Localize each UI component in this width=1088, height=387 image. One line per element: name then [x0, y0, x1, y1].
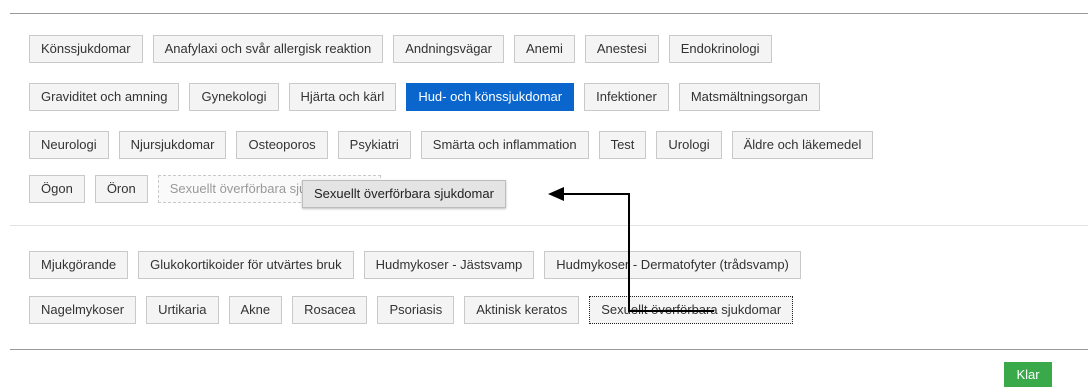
subcategory-urtikaria[interactable]: Urtikaria — [146, 296, 219, 324]
category-infektioner[interactable]: Infektioner — [584, 83, 669, 111]
category-andningsvagar[interactable]: Andningsvägar — [393, 35, 504, 63]
subcategory-rosacea[interactable]: Rosacea — [292, 296, 368, 324]
category-oron[interactable]: Öron — [94, 175, 148, 203]
subcategory-row-1: Mjukgörande Glukokortikoider för utvärte… — [29, 251, 801, 279]
top-divider — [10, 13, 1088, 14]
category-aldre[interactable]: Äldre och läkemedel — [731, 131, 874, 159]
section-divider — [10, 225, 1088, 226]
category-anestesi[interactable]: Anestesi — [584, 35, 659, 63]
subcategory-dermatofyter[interactable]: Hudmykoser - Dermatofyter (trådsvamp) — [544, 251, 801, 279]
subcategory-psoriasis[interactable]: Psoriasis — [377, 296, 455, 324]
category-row-1: Könssjukdomar Anafylaxi och svår allergi… — [29, 35, 772, 63]
category-gynekologi[interactable]: Gynekologi — [189, 83, 279, 111]
bottom-divider — [10, 349, 1088, 350]
subcategory-nagelmykoser[interactable]: Nagelmykoser — [29, 296, 137, 324]
category-row-2: Graviditet och amning Gynekologi Hjärta … — [29, 83, 820, 111]
category-hjarta[interactable]: Hjärta och kärl — [288, 83, 397, 111]
done-button[interactable]: Klar — [1004, 362, 1052, 387]
subcategory-jastsvamp[interactable]: Hudmykoser - Jästsvamp — [363, 251, 535, 279]
category-urologi[interactable]: Urologi — [656, 131, 722, 159]
category-matsmaltning[interactable]: Matsmältningsorgan — [678, 83, 820, 111]
category-osteoporos[interactable]: Osteoporos — [236, 131, 328, 159]
subcategory-row-2: Nagelmykoser Urtikaria Akne Rosacea Psor… — [29, 296, 794, 324]
category-psykiatri[interactable]: Psykiatri — [337, 131, 411, 159]
subcategory-mjukgorande[interactable]: Mjukgörande — [29, 251, 129, 279]
category-test[interactable]: Test — [598, 131, 647, 159]
category-ogon[interactable]: Ögon — [29, 175, 85, 203]
category-anafylaxi[interactable]: Anafylaxi och svår allergisk reaktion — [152, 35, 384, 63]
category-anemi[interactable]: Anemi — [514, 35, 575, 63]
category-smarta[interactable]: Smärta och inflammation — [420, 131, 589, 159]
category-row-3: Neurologi Njursjukdomar Osteoporos Psyki… — [29, 131, 874, 159]
subcategory-glukokortikoider[interactable]: Glukokortikoider för utvärtes bruk — [138, 251, 354, 279]
category-hud-active[interactable]: Hud- och könssjukdomar — [406, 83, 575, 111]
subcategory-sexuellt-source[interactable]: Sexuellt överförbara sjukdomar — [589, 296, 794, 324]
subcategory-aktinisk[interactable]: Aktinisk keratos — [464, 296, 580, 324]
category-konssjukdomar[interactable]: Könssjukdomar — [29, 35, 143, 63]
subcategory-akne[interactable]: Akne — [228, 296, 283, 324]
dragging-chip[interactable]: Sexuellt överförbara sjukdomar — [302, 180, 506, 208]
category-graviditet[interactable]: Graviditet och amning — [29, 83, 180, 111]
category-neurologi[interactable]: Neurologi — [29, 131, 109, 159]
category-endokrinologi[interactable]: Endokrinologi — [668, 35, 772, 63]
category-njursjukdomar[interactable]: Njursjukdomar — [118, 131, 227, 159]
